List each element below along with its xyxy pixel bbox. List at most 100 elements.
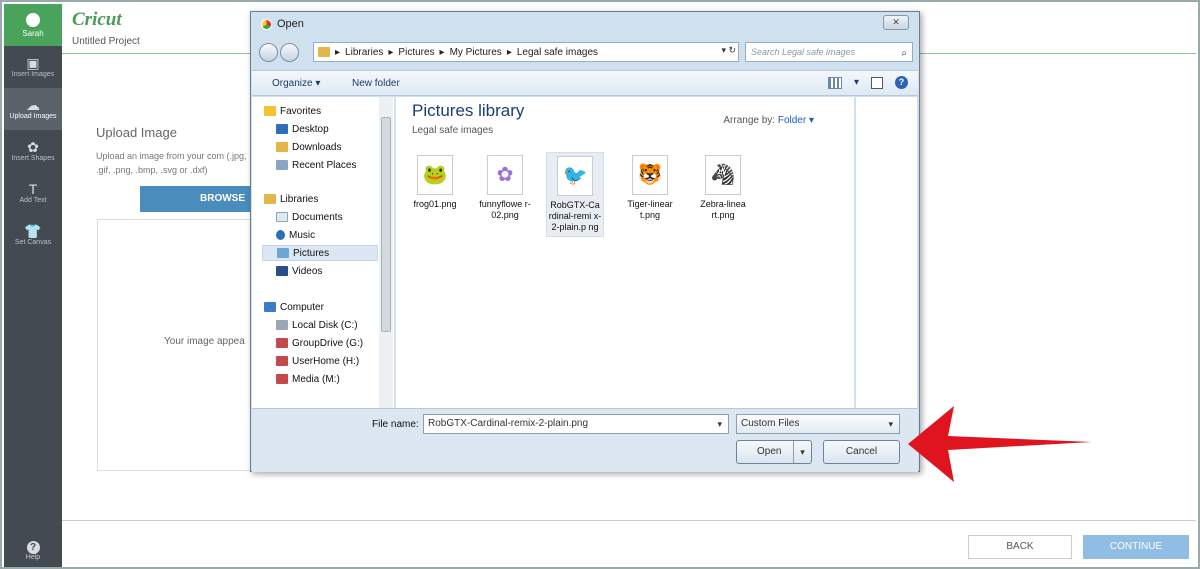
libraries-icon bbox=[264, 194, 276, 204]
dialog-titlebar: Open bbox=[261, 18, 304, 30]
dialog-preview-pane bbox=[855, 97, 917, 408]
nav-desktop[interactable]: Desktop bbox=[276, 121, 382, 137]
close-icon[interactable]: ✕ bbox=[883, 15, 909, 30]
videos-icon bbox=[276, 266, 288, 276]
file-item-selected[interactable]: 🐦 RobGTX-Ca rdinal-remi x-2-plain.p ng bbox=[546, 152, 604, 237]
search-icon[interactable]: ⌕ bbox=[901, 45, 907, 63]
project-name: Untitled Project bbox=[72, 36, 140, 47]
open-file-dialog: Open ✕ ▸ Libraries ▸ Pictures ▸ My Pictu… bbox=[250, 11, 920, 472]
nav-computer[interactable]: Computer bbox=[264, 299, 370, 315]
breadcrumb-item[interactable]: My Pictures bbox=[450, 47, 502, 58]
breadcrumb-item[interactable]: Pictures bbox=[398, 47, 434, 58]
downloads-icon bbox=[276, 142, 288, 152]
preview-pane-icon[interactable] bbox=[871, 76, 883, 89]
network-drive-icon bbox=[276, 338, 288, 348]
back-button[interactable]: BACK bbox=[968, 535, 1072, 559]
forward-nav-icon[interactable] bbox=[280, 43, 299, 62]
arrange-by-value[interactable]: Folder ▾ bbox=[778, 115, 814, 126]
cloud-upload-icon: ☁ bbox=[26, 97, 40, 113]
nav-pictures[interactable]: Pictures bbox=[262, 245, 378, 261]
chevron-down-icon: ▾ bbox=[888, 419, 893, 429]
rail-label: Insert Shapes bbox=[11, 155, 55, 162]
nav-documents[interactable]: Documents bbox=[276, 209, 382, 225]
flower-thumbnail-icon: ✿ bbox=[487, 155, 523, 195]
user-menu[interactable]: Sarah bbox=[4, 4, 62, 46]
dialog-toolbar: Organize ▾ New folder ▾ ? bbox=[252, 70, 918, 96]
new-folder-button[interactable]: New folder bbox=[352, 78, 400, 89]
help-label: Help bbox=[25, 554, 41, 561]
breadcrumb-item[interactable]: Libraries bbox=[345, 47, 383, 58]
text-icon: T bbox=[28, 181, 38, 197]
help-button[interactable]: ? Help bbox=[4, 541, 62, 561]
arrange-by[interactable]: Arrange by: Folder ▾ bbox=[723, 115, 814, 126]
file-item[interactable]: ✿ funnyflowe r-02.png bbox=[476, 152, 534, 221]
dialog-help-icon[interactable]: ? bbox=[895, 76, 908, 89]
scrollbar-thumb[interactable] bbox=[381, 117, 391, 332]
cricut-logo: Cricut bbox=[72, 9, 122, 30]
zebra-thumbnail-icon: 🦓 bbox=[705, 155, 741, 195]
file-name: RobGTX-Ca rdinal-remi x-2-plain.p ng bbox=[548, 200, 602, 232]
star-icon bbox=[264, 106, 276, 116]
rail-label: Insert Images bbox=[11, 71, 55, 78]
open-dropdown-icon[interactable]: ▾ bbox=[793, 441, 811, 463]
rail-add-text[interactable]: T Add Text bbox=[4, 172, 62, 214]
file-name: funnyflowe r-02.png bbox=[479, 199, 531, 220]
frog-thumbnail-icon: 🐸 bbox=[417, 155, 453, 195]
file-name-value: RobGTX-Cardinal-remix-2-plain.png bbox=[428, 418, 589, 429]
organize-menu[interactable]: Organize ▾ bbox=[272, 78, 320, 89]
back-nav-icon[interactable] bbox=[259, 43, 278, 62]
browse-button[interactable]: BROWSE bbox=[140, 186, 255, 212]
chevron-down-icon[interactable]: ▾ bbox=[854, 77, 859, 88]
file-name-input[interactable]: RobGTX-Cardinal-remix-2-plain.png ▾ bbox=[423, 414, 729, 434]
chevron-down-icon[interactable]: ▾ bbox=[717, 415, 722, 433]
open-button[interactable]: Open ▾ bbox=[736, 440, 812, 464]
search-placeholder: Search Legal safe images bbox=[751, 47, 856, 57]
rail-set-canvas[interactable]: 👕 Set Canvas bbox=[4, 214, 62, 256]
rail-upload-images[interactable]: ☁ Upload Images bbox=[4, 88, 62, 130]
library-subtitle: Legal safe images bbox=[412, 125, 494, 136]
nav-music[interactable]: Music bbox=[276, 227, 382, 243]
help-icon: ? bbox=[26, 541, 40, 554]
nav-group-drive[interactable]: GroupDrive (G:) bbox=[276, 335, 382, 351]
rail-insert-images[interactable]: ▣ Insert Images bbox=[4, 46, 62, 88]
nav-downloads[interactable]: Downloads bbox=[276, 139, 382, 155]
cardinal-thumbnail-icon: 🐦 bbox=[557, 156, 593, 196]
file-item[interactable]: 🐯 Tiger-linear t.png bbox=[621, 152, 679, 221]
cancel-button[interactable]: Cancel bbox=[823, 440, 900, 464]
shapes-icon: ✿ bbox=[27, 139, 39, 155]
file-type-select[interactable]: Custom Files ▾ bbox=[736, 414, 900, 434]
dialog-title: Open bbox=[277, 18, 304, 30]
breadcrumb-item[interactable]: Legal safe images bbox=[517, 47, 598, 58]
file-item[interactable]: 🦓 Zebra-linea rt.png bbox=[694, 152, 752, 221]
screenshot-frame: Sarah ▣ Insert Images ☁ Upload Images ✿ … bbox=[0, 0, 1200, 569]
file-item[interactable]: 🐸 frog01.png bbox=[406, 152, 464, 210]
shirt-icon: 👕 bbox=[24, 223, 42, 239]
image-dropzone: Your image appea bbox=[97, 219, 257, 471]
nav-user-home[interactable]: UserHome (H:) bbox=[276, 353, 382, 369]
left-rail: Sarah ▣ Insert Images ☁ Upload Images ✿ … bbox=[4, 4, 62, 567]
address-row: ▸ Libraries ▸ Pictures ▸ My Pictures ▸ L… bbox=[259, 40, 913, 64]
chrome-icon bbox=[261, 18, 272, 30]
rail-label: Set Canvas bbox=[14, 239, 52, 246]
nav-videos[interactable]: Videos bbox=[276, 263, 382, 279]
image-icon: ▣ bbox=[26, 55, 40, 71]
tiger-thumbnail-icon: 🐯 bbox=[632, 155, 668, 195]
nav-favorites[interactable]: Favorites bbox=[264, 103, 370, 119]
search-input[interactable]: Search Legal safe images ⌕ bbox=[745, 42, 913, 62]
nav-recent-places[interactable]: Recent Places bbox=[276, 157, 382, 173]
upload-title: Upload Image bbox=[96, 125, 177, 140]
views-icon[interactable] bbox=[827, 76, 842, 89]
rail-label: Add Text bbox=[19, 197, 47, 204]
red-arrow-annotation bbox=[908, 406, 1092, 482]
nav-media[interactable]: Media (M:) bbox=[276, 371, 382, 387]
pictures-icon bbox=[277, 248, 289, 258]
rail-insert-shapes[interactable]: ✿ Insert Shapes bbox=[4, 130, 62, 172]
continue-button[interactable]: CONTINUE bbox=[1083, 535, 1189, 559]
nav-libraries[interactable]: Libraries bbox=[264, 191, 370, 207]
file-name: Tiger-linear t.png bbox=[627, 199, 673, 220]
nav-scrollbar[interactable] bbox=[379, 97, 393, 408]
breadcrumb[interactable]: ▸ Libraries ▸ Pictures ▸ My Pictures ▸ L… bbox=[313, 42, 739, 62]
nav-local-disk[interactable]: Local Disk (C:) bbox=[276, 317, 382, 333]
refresh-icon[interactable]: ▾ ↻ bbox=[721, 45, 736, 56]
documents-icon bbox=[276, 212, 288, 222]
